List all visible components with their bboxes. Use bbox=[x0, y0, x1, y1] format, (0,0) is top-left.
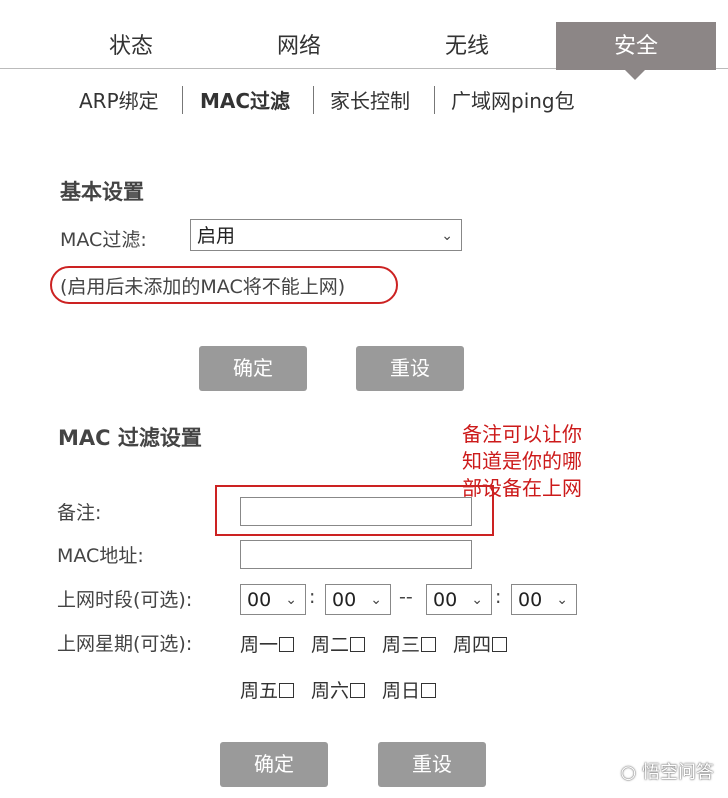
end-minute-select[interactable]: 00 ⌄ bbox=[511, 584, 577, 615]
weekday-text: 周六 bbox=[311, 680, 350, 702]
mac-filter-select[interactable]: 启用 ⌄ bbox=[190, 219, 462, 251]
weekday-checkbox[interactable] bbox=[279, 683, 295, 698]
weekday-checkbox[interactable] bbox=[492, 637, 508, 652]
weekday-checkbox[interactable] bbox=[421, 683, 437, 698]
mac-address-input[interactable] bbox=[240, 540, 472, 569]
weekday-checkbox[interactable] bbox=[279, 637, 295, 652]
chevron-down-icon: ⌄ bbox=[441, 228, 453, 244]
weekday-text: 周三 bbox=[382, 634, 421, 656]
mac-filter-value: 启用 bbox=[197, 225, 236, 247]
tab-network[interactable]: 网络 bbox=[244, 22, 354, 70]
tab-status[interactable]: 状态 bbox=[76, 22, 186, 70]
subnav-arp-binding[interactable]: ARP绑定 bbox=[79, 86, 159, 116]
time-range-dash: -- bbox=[399, 586, 413, 608]
weekday-checkbox[interactable] bbox=[421, 637, 437, 652]
watermark: ○ 悟空问答 bbox=[621, 758, 714, 784]
chevron-down-icon: ⌄ bbox=[370, 592, 382, 608]
tab-wireless[interactable]: 无线 bbox=[412, 22, 522, 70]
subnav-separator bbox=[313, 86, 314, 114]
note-label: 备注: bbox=[57, 502, 102, 524]
weekday-label: 上网星期(可选): bbox=[57, 633, 193, 655]
end-hour-value: 00 bbox=[433, 589, 458, 611]
end-minute-value: 00 bbox=[518, 589, 543, 611]
time-colon: : bbox=[495, 586, 502, 608]
basic-settings-heading: 基本设置 bbox=[60, 180, 144, 204]
mac-filter-label: MAC过滤: bbox=[60, 229, 147, 251]
mac-filter-settings-heading: MAC 过滤设置 bbox=[58, 426, 202, 450]
weekday-sun[interactable]: 周日 bbox=[382, 676, 437, 703]
annotation-line: 知道是你的哪 bbox=[462, 449, 582, 473]
weekday-text: 周二 bbox=[311, 634, 350, 656]
weekday-mon[interactable]: 周一 bbox=[240, 630, 295, 657]
weekday-wed[interactable]: 周三 bbox=[382, 630, 437, 657]
weekday-text: 周五 bbox=[240, 680, 279, 702]
weekday-checkbox[interactable] bbox=[350, 637, 366, 652]
filter-confirm-button[interactable]: 确定 bbox=[220, 742, 328, 787]
weekday-checkbox[interactable] bbox=[350, 683, 366, 698]
weekday-text: 周四 bbox=[453, 634, 492, 656]
weekday-sat[interactable]: 周六 bbox=[311, 676, 366, 703]
start-minute-select[interactable]: 00 ⌄ bbox=[325, 584, 391, 615]
start-minute-value: 00 bbox=[332, 589, 357, 611]
mac-address-label: MAC地址: bbox=[57, 545, 144, 567]
weekday-tue[interactable]: 周二 bbox=[311, 630, 366, 657]
subnav-mac-filter[interactable]: MAC过滤 bbox=[200, 86, 290, 116]
chevron-down-icon: ⌄ bbox=[471, 592, 483, 608]
subnav-separator bbox=[434, 86, 435, 114]
watermark-text: 悟空问答 bbox=[642, 762, 714, 783]
start-hour-value: 00 bbox=[247, 589, 272, 611]
time-range-label: 上网时段(可选): bbox=[57, 589, 193, 611]
weekday-text: 周一 bbox=[240, 634, 279, 656]
basic-confirm-button[interactable]: 确定 bbox=[199, 346, 307, 391]
chevron-down-icon: ⌄ bbox=[285, 592, 297, 608]
subnav-wan-ping[interactable]: 广域网ping包 bbox=[451, 86, 575, 116]
note-input[interactable] bbox=[240, 497, 472, 526]
start-hour-select[interactable]: 00 ⌄ bbox=[240, 584, 306, 615]
active-tab-pointer bbox=[625, 70, 645, 80]
weekday-thu[interactable]: 周四 bbox=[453, 630, 508, 657]
subnav-parental-control[interactable]: 家长控制 bbox=[330, 86, 410, 116]
weekday-fri[interactable]: 周五 bbox=[240, 676, 295, 703]
chevron-down-icon: ⌄ bbox=[556, 592, 568, 608]
mac-filter-hint: (启用后未添加的MAC将不能上网) bbox=[60, 276, 346, 298]
weekday-text: 周日 bbox=[382, 680, 421, 702]
subnav-separator bbox=[182, 86, 183, 114]
speech-bubble-icon: ○ bbox=[620, 762, 637, 783]
tab-security[interactable]: 安全 bbox=[556, 22, 716, 70]
time-colon: : bbox=[309, 586, 316, 608]
end-hour-select[interactable]: 00 ⌄ bbox=[426, 584, 492, 615]
filter-reset-button[interactable]: 重设 bbox=[378, 742, 486, 787]
annotation-line: 备注可以让你 bbox=[462, 422, 582, 446]
basic-reset-button[interactable]: 重设 bbox=[356, 346, 464, 391]
